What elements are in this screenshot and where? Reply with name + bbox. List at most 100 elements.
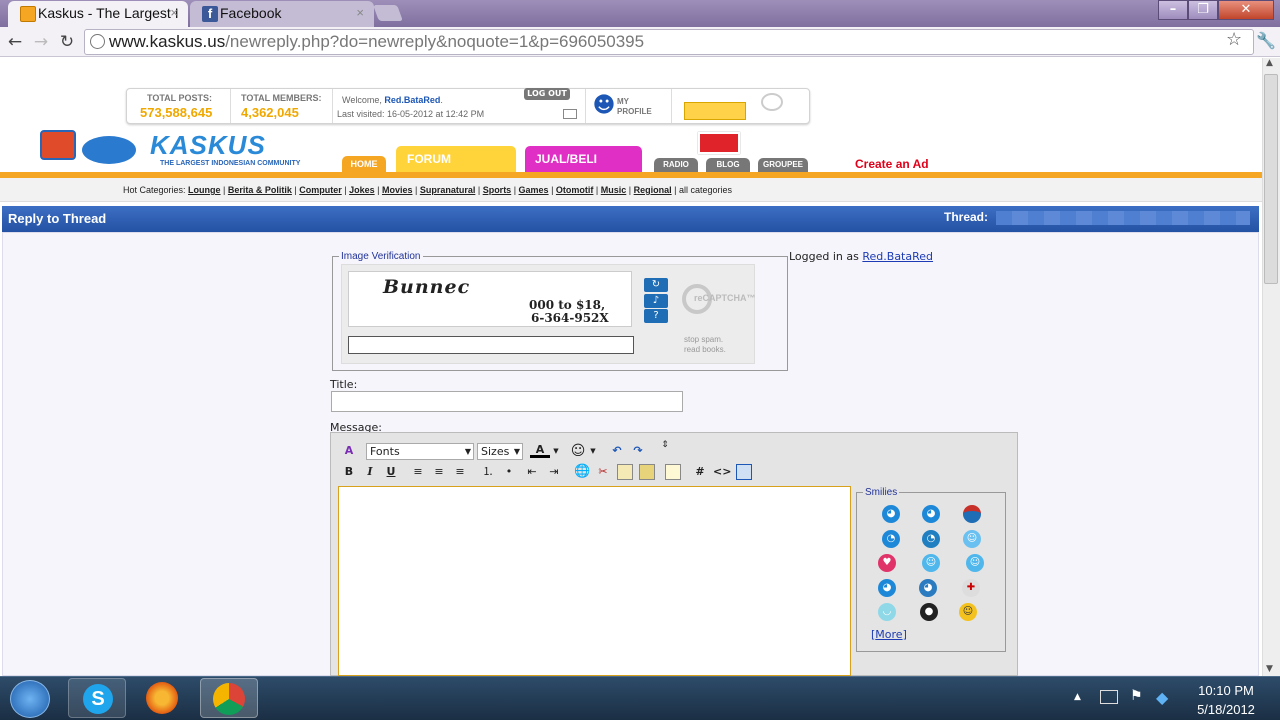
underline-icon[interactable]: U <box>383 464 399 480</box>
dropdown-arrow-icon[interactable]: ▼ <box>588 443 598 459</box>
scrollbar-thumb[interactable] <box>1264 74 1278 284</box>
nav-jualbeli[interactable]: JUAL/BELI <box>525 146 642 172</box>
my-profile-link[interactable]: MY PROFILE <box>617 97 661 117</box>
page-info-icon[interactable] <box>90 34 105 49</box>
smiley-icon[interactable]: ☺ <box>966 554 984 572</box>
category-lounge[interactable]: Lounge <box>188 185 221 195</box>
nav-groupee[interactable]: GROUPEE <box>758 158 808 172</box>
category-computer[interactable]: Computer <box>299 185 342 195</box>
address-bar[interactable]: www.kaskus.us/newreply.php?do=newreply&n… <box>84 29 1254 55</box>
smiley-icon[interactable]: ◕ <box>922 505 940 523</box>
hash-wrap-icon[interactable]: # <box>692 464 708 480</box>
message-textarea[interactable] <box>338 486 851 676</box>
insert-image-icon[interactable] <box>639 464 655 480</box>
nav-forum[interactable]: FORUM <box>396 146 516 172</box>
code-icon[interactable]: <> <box>713 464 731 480</box>
remove-link-icon[interactable]: ✂ <box>595 464 611 480</box>
more-smilies-link[interactable]: [More] <box>871 628 907 641</box>
captcha-help-icon[interactable]: ? <box>644 309 668 323</box>
logout-button[interactable]: LOG OUT <box>524 88 570 100</box>
taskbar-skype[interactable]: S <box>68 678 126 718</box>
taskbar-clock[interactable]: 10:10 PM 5/18/2012 <box>1186 681 1266 719</box>
dropbox-icon[interactable]: ◆ <box>1156 688 1168 707</box>
category-jokes[interactable]: Jokes <box>349 185 375 195</box>
redo-icon[interactable]: ↷ <box>629 443 647 459</box>
category-otomotif[interactable]: Otomotif <box>556 185 594 195</box>
switch-mode-icon[interactable]: A <box>341 443 357 459</box>
php-code-icon[interactable] <box>736 464 752 480</box>
resize-editor-icon[interactable]: ⇕ <box>658 441 672 457</box>
indent-icon[interactable]: ⇥ <box>546 464 562 480</box>
smiley-icon[interactable]: ◕ <box>919 579 937 597</box>
category-games[interactable]: Games <box>519 185 549 195</box>
tab-facebook[interactable]: f Facebook × <box>190 1 374 27</box>
captcha-audio-icon[interactable]: ♪ <box>644 294 668 308</box>
site-search-input[interactable] <box>684 102 746 120</box>
back-arrow-icon[interactable]: ← <box>4 31 26 53</box>
align-center-icon[interactable]: ≡ <box>431 464 447 480</box>
show-hidden-icons-icon[interactable]: ▲ <box>1074 692 1081 702</box>
captcha-refresh-icon[interactable]: ↻ <box>644 278 668 292</box>
bookmark-star-icon[interactable]: ☆ <box>1226 29 1242 50</box>
welcome-username[interactable]: Red.BataRed <box>384 95 440 105</box>
ordered-list-icon[interactable]: ⒈ <box>480 464 496 480</box>
quote-icon[interactable] <box>665 464 681 480</box>
smiley-icon[interactable]: ☺ <box>959 603 977 621</box>
scroll-up-icon[interactable]: ▲ <box>1266 58 1273 68</box>
nav-radio[interactable]: RADIO <box>654 158 698 172</box>
text-color-icon[interactable]: A <box>530 442 550 458</box>
logged-in-username-link[interactable]: Red.BataRed <box>862 250 933 263</box>
kaskus-logo[interactable]: KASKUS THE LARGEST INDONESIAN COMMUNITY <box>40 128 310 170</box>
insert-email-icon[interactable] <box>617 464 633 480</box>
taskbar-firefox[interactable] <box>134 678 192 718</box>
minimize-button[interactable]: – <box>1158 0 1188 20</box>
tab-close-icon[interactable]: × <box>356 1 364 25</box>
category-music[interactable]: Music <box>601 185 627 195</box>
start-button[interactable] <box>10 680 50 718</box>
smiley-icon[interactable]: ☺ <box>922 554 940 572</box>
tab-close-icon[interactable]: × <box>170 1 178 25</box>
font-select[interactable]: Fonts ▼ <box>366 443 474 460</box>
reload-icon[interactable]: ↻ <box>56 31 78 53</box>
title-input[interactable] <box>331 391 683 412</box>
smiley-icon[interactable]: ♥ <box>878 554 896 572</box>
network-icon[interactable] <box>1100 690 1118 704</box>
nav-blog[interactable]: BLOG <box>706 158 750 172</box>
undo-icon[interactable]: ↶ <box>608 443 626 459</box>
smiley-icon[interactable]: ☺ <box>963 530 981 548</box>
scroll-down-icon[interactable]: ▼ <box>1266 664 1273 674</box>
unordered-list-icon[interactable]: • <box>501 464 517 480</box>
category-berita-politik[interactable]: Berita & Politik <box>228 185 292 195</box>
smiley-icon[interactable]: ✚ <box>962 579 980 597</box>
align-right-icon[interactable]: ≡ <box>452 464 468 480</box>
nav-home[interactable]: HOME <box>342 156 386 172</box>
bold-icon[interactable]: B <box>341 464 357 480</box>
smiley-icon[interactable]: ● <box>920 603 938 621</box>
italic-icon[interactable]: I <box>362 464 378 480</box>
size-select[interactable]: Sizes ▼ <box>477 443 523 460</box>
smiley-icon[interactable]: ◔ <box>882 530 900 548</box>
taskbar-chrome[interactable] <box>200 678 258 718</box>
dropdown-arrow-icon[interactable]: ▼ <box>551 443 561 459</box>
align-left-icon[interactable]: ≡ <box>410 464 426 480</box>
smiley-icon[interactable]: ◕ <box>882 505 900 523</box>
category-regional[interactable]: Regional <box>634 185 672 195</box>
wrench-menu-icon[interactable]: 🔧 <box>1256 31 1276 50</box>
outdent-icon[interactable]: ⇤ <box>524 464 540 480</box>
smiley-icon[interactable]: ◡ <box>878 603 896 621</box>
category-movies[interactable]: Movies <box>382 185 413 195</box>
category-supranatural[interactable]: Supranatural <box>420 185 476 195</box>
maximize-button[interactable]: ❐ <box>1188 0 1218 20</box>
captcha-response-input[interactable] <box>348 336 634 354</box>
profile-avatar-icon[interactable]: ☻ <box>591 93 617 119</box>
mail-icon[interactable] <box>563 109 577 119</box>
forward-arrow-icon[interactable]: → <box>30 31 52 53</box>
create-ad-link[interactable]: Create an Ad <box>855 157 929 171</box>
search-icon[interactable] <box>761 93 783 111</box>
insert-link-icon[interactable]: 🌐 <box>574 464 590 480</box>
all-categories-link[interactable]: all categories <box>679 185 732 195</box>
close-window-button[interactable]: ✕ <box>1218 0 1274 20</box>
action-center-flag-icon[interactable]: ⚑ <box>1130 688 1143 704</box>
smiley-icon[interactable] <box>963 505 981 523</box>
smiley-icon[interactable]: ◔ <box>922 530 940 548</box>
